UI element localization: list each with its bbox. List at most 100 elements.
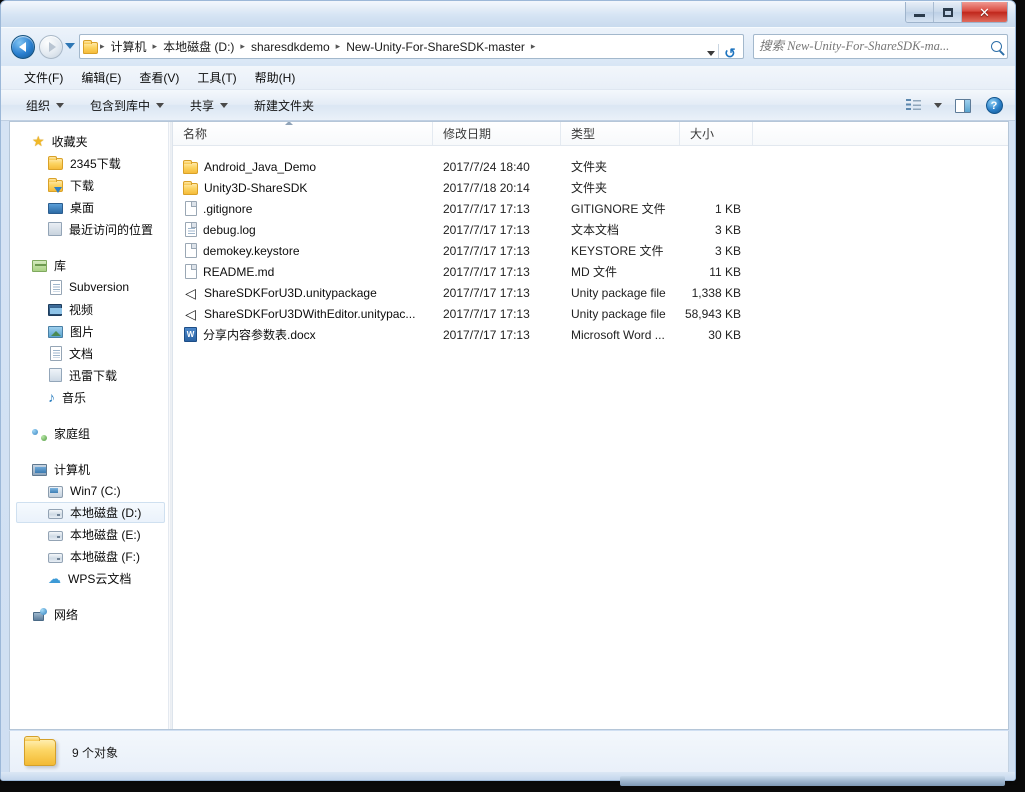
file-name-label: Unity3D-ShareSDK: [204, 180, 308, 195]
sidebar-item-drive-e[interactable]: 本地磁盘 (E:): [10, 523, 168, 545]
sidebar-item-favorites[interactable]: ★ 收藏夹: [10, 130, 168, 152]
recent-locations-chevron-down-icon[interactable]: [65, 43, 75, 49]
sort-ascending-icon: [285, 122, 293, 125]
navigation-pane[interactable]: ★ 收藏夹 2345下载 下载 桌面 最近访问的位置 库 Subversion …: [10, 122, 168, 729]
sidebar-item-computer[interactable]: 计算机: [10, 458, 168, 480]
breadcrumb-separator-icon[interactable]: ▸: [151, 41, 160, 52]
table-row[interactable]: Android_Java_Demo 2017/7/24 18:40 文件夹: [173, 156, 1008, 177]
menu-edit[interactable]: 编辑(E): [72, 66, 130, 89]
file-name-label: debug.log: [203, 222, 256, 237]
sidebar-item-recent-places[interactable]: 最近访问的位置: [10, 218, 168, 240]
breadcrumb-item-computer[interactable]: 计算机: [107, 36, 151, 57]
breadcrumb-separator-icon[interactable]: ▸: [98, 41, 107, 52]
folder-icon: [24, 735, 56, 766]
computer-icon: [32, 464, 47, 476]
preview-pane-button[interactable]: [950, 94, 976, 117]
file-date-cell: 2017/7/17 17:13: [443, 264, 530, 279]
menu-help[interactable]: 帮助(H): [246, 66, 305, 89]
file-name-label: 分享内容参数表.docx: [203, 328, 316, 342]
toolbar-organize-button[interactable]: 组织: [17, 93, 73, 118]
view-mode-dropdown-button[interactable]: [931, 94, 945, 117]
file-name-cell: README.md: [173, 264, 433, 279]
folder-icon: [48, 156, 63, 170]
search-box[interactable]: [753, 34, 1008, 59]
toolbar-new-folder-button[interactable]: 新建文件夹: [245, 93, 323, 118]
menu-view[interactable]: 查看(V): [130, 66, 188, 89]
maximize-button[interactable]: [934, 2, 962, 22]
forward-button[interactable]: [39, 35, 63, 59]
sidebar-item-label: 迅雷下载: [69, 368, 118, 383]
column-header-date-modified[interactable]: 修改日期: [433, 122, 561, 145]
sidebar-item-homegroup[interactable]: 家庭组: [10, 422, 168, 444]
table-row[interactable]: debug.log 2017/7/17 17:13 文本文档 3 KB: [173, 219, 1008, 240]
file-type-cell: GITIGNORE 文件: [571, 202, 666, 216]
column-header-type[interactable]: 类型: [561, 122, 680, 145]
refresh-icon[interactable]: ↺: [721, 44, 739, 59]
address-bar[interactable]: ▸ 计算机 ▸ 本地磁盘 (D:) ▸ sharesdkdemo ▸ New-U…: [79, 34, 744, 59]
toolbar-include-in-library-button[interactable]: 包含到库中: [81, 93, 173, 118]
toolbar-organize-label: 组织: [26, 98, 51, 113]
close-button[interactable]: ✕: [962, 2, 1007, 22]
sidebar-item-drive-f[interactable]: 本地磁盘 (F:): [10, 545, 168, 567]
sidebar-item-drive-c[interactable]: Win7 (C:): [10, 480, 168, 502]
table-row[interactable]: .gitignore 2017/7/17 17:13 GITIGNORE 文件 …: [173, 198, 1008, 219]
blank-document-icon: [185, 264, 197, 279]
file-name-cell: .gitignore: [173, 201, 433, 216]
sidebar-item-videos[interactable]: 视频: [10, 298, 168, 320]
menu-tools[interactable]: 工具(T): [188, 66, 245, 89]
window-controls: ✕: [905, 2, 1008, 23]
breadcrumb-item-drive-d[interactable]: 本地磁盘 (D:): [159, 36, 238, 57]
sidebar-item-subversion[interactable]: Subversion: [10, 276, 168, 298]
table-row[interactable]: ◁ ShareSDKForU3DWithEditor.unitypac... 2…: [173, 303, 1008, 324]
file-size-cell: 11 KB: [709, 264, 741, 279]
breadcrumb-separator-icon[interactable]: ▸: [238, 41, 247, 52]
column-header-filler: [753, 122, 1003, 145]
sidebar-item-xunlei-download[interactable]: 迅雷下载: [10, 364, 168, 386]
column-header-size[interactable]: 大小: [680, 122, 753, 145]
toolbar-share-button[interactable]: 共享: [181, 93, 237, 118]
sidebar-item-drive-d[interactable]: 本地磁盘 (D:): [16, 502, 165, 523]
sidebar-item-2345-downloads[interactable]: 2345下载: [10, 152, 168, 174]
sidebar-item-network[interactable]: 网络: [10, 603, 168, 625]
sidebar-item-wps-cloud[interactable]: ☁ WPS云文档: [10, 567, 168, 589]
music-icon: ♪: [48, 389, 55, 405]
file-name-cell: demokey.keystore: [173, 243, 433, 258]
table-row[interactable]: Unity3D-ShareSDK 2017/7/18 20:14 文件夹: [173, 177, 1008, 198]
breadcrumb-item-sharesdkdemo[interactable]: sharesdkdemo: [247, 38, 334, 56]
sidebar-item-libraries[interactable]: 库: [10, 254, 168, 276]
unity-package-icon: ◁: [185, 285, 196, 300]
sidebar-item-label: 本地磁盘 (F:): [70, 549, 140, 564]
column-header-name[interactable]: 名称: [173, 122, 433, 145]
command-toolbar: 组织 包含到库中 共享 新建文件夹 ?: [1, 90, 1015, 121]
sidebar-item-pictures[interactable]: 图片: [10, 320, 168, 342]
file-size-cell: 1 KB: [714, 201, 741, 216]
minimize-icon: [914, 14, 925, 17]
library-icon: [32, 260, 47, 272]
toolbar-right-group: ?: [900, 94, 1007, 117]
file-type-cell: 文本文档: [571, 223, 620, 237]
search-icon[interactable]: [991, 41, 1002, 52]
breadcrumb-separator-icon[interactable]: ▸: [334, 41, 343, 52]
sidebar-item-downloads[interactable]: 下载: [10, 174, 168, 196]
back-button[interactable]: [11, 35, 35, 59]
minimize-button[interactable]: [906, 2, 934, 22]
table-row[interactable]: W 分享内容参数表.docx 2017/7/17 17:13 Microsoft…: [173, 324, 1008, 345]
file-list-pane[interactable]: 名称 修改日期 类型 大小 Android_Java_Demo 2017/7/2…: [173, 122, 1008, 729]
address-chevron-down-icon[interactable]: [707, 51, 715, 56]
breadcrumb-separator-icon[interactable]: ▸: [529, 41, 538, 52]
sidebar-item-desktop[interactable]: 桌面: [10, 196, 168, 218]
help-button[interactable]: ?: [981, 94, 1007, 117]
sidebar-item-label: 本地磁盘 (E:): [70, 527, 141, 542]
breadcrumb-item-current-folder[interactable]: New-Unity-For-ShareSDK-master: [342, 38, 529, 56]
file-name-label: README.md: [203, 264, 275, 279]
table-row[interactable]: demokey.keystore 2017/7/17 17:13 KEYSTOR…: [173, 240, 1008, 261]
file-size-cell: 3 KB: [714, 222, 741, 237]
view-mode-button[interactable]: [900, 94, 926, 117]
menu-file[interactable]: 文件(F): [15, 66, 72, 89]
search-input[interactable]: [759, 39, 987, 54]
table-row[interactable]: ◁ ShareSDKForU3D.unitypackage 2017/7/17 …: [173, 282, 1008, 303]
sidebar-item-documents[interactable]: 文档: [10, 342, 168, 364]
file-date-cell: 2017/7/17 17:13: [443, 201, 530, 216]
table-row[interactable]: README.md 2017/7/17 17:13 MD 文件 11 KB: [173, 261, 1008, 282]
sidebar-item-music[interactable]: ♪ 音乐: [10, 386, 168, 408]
